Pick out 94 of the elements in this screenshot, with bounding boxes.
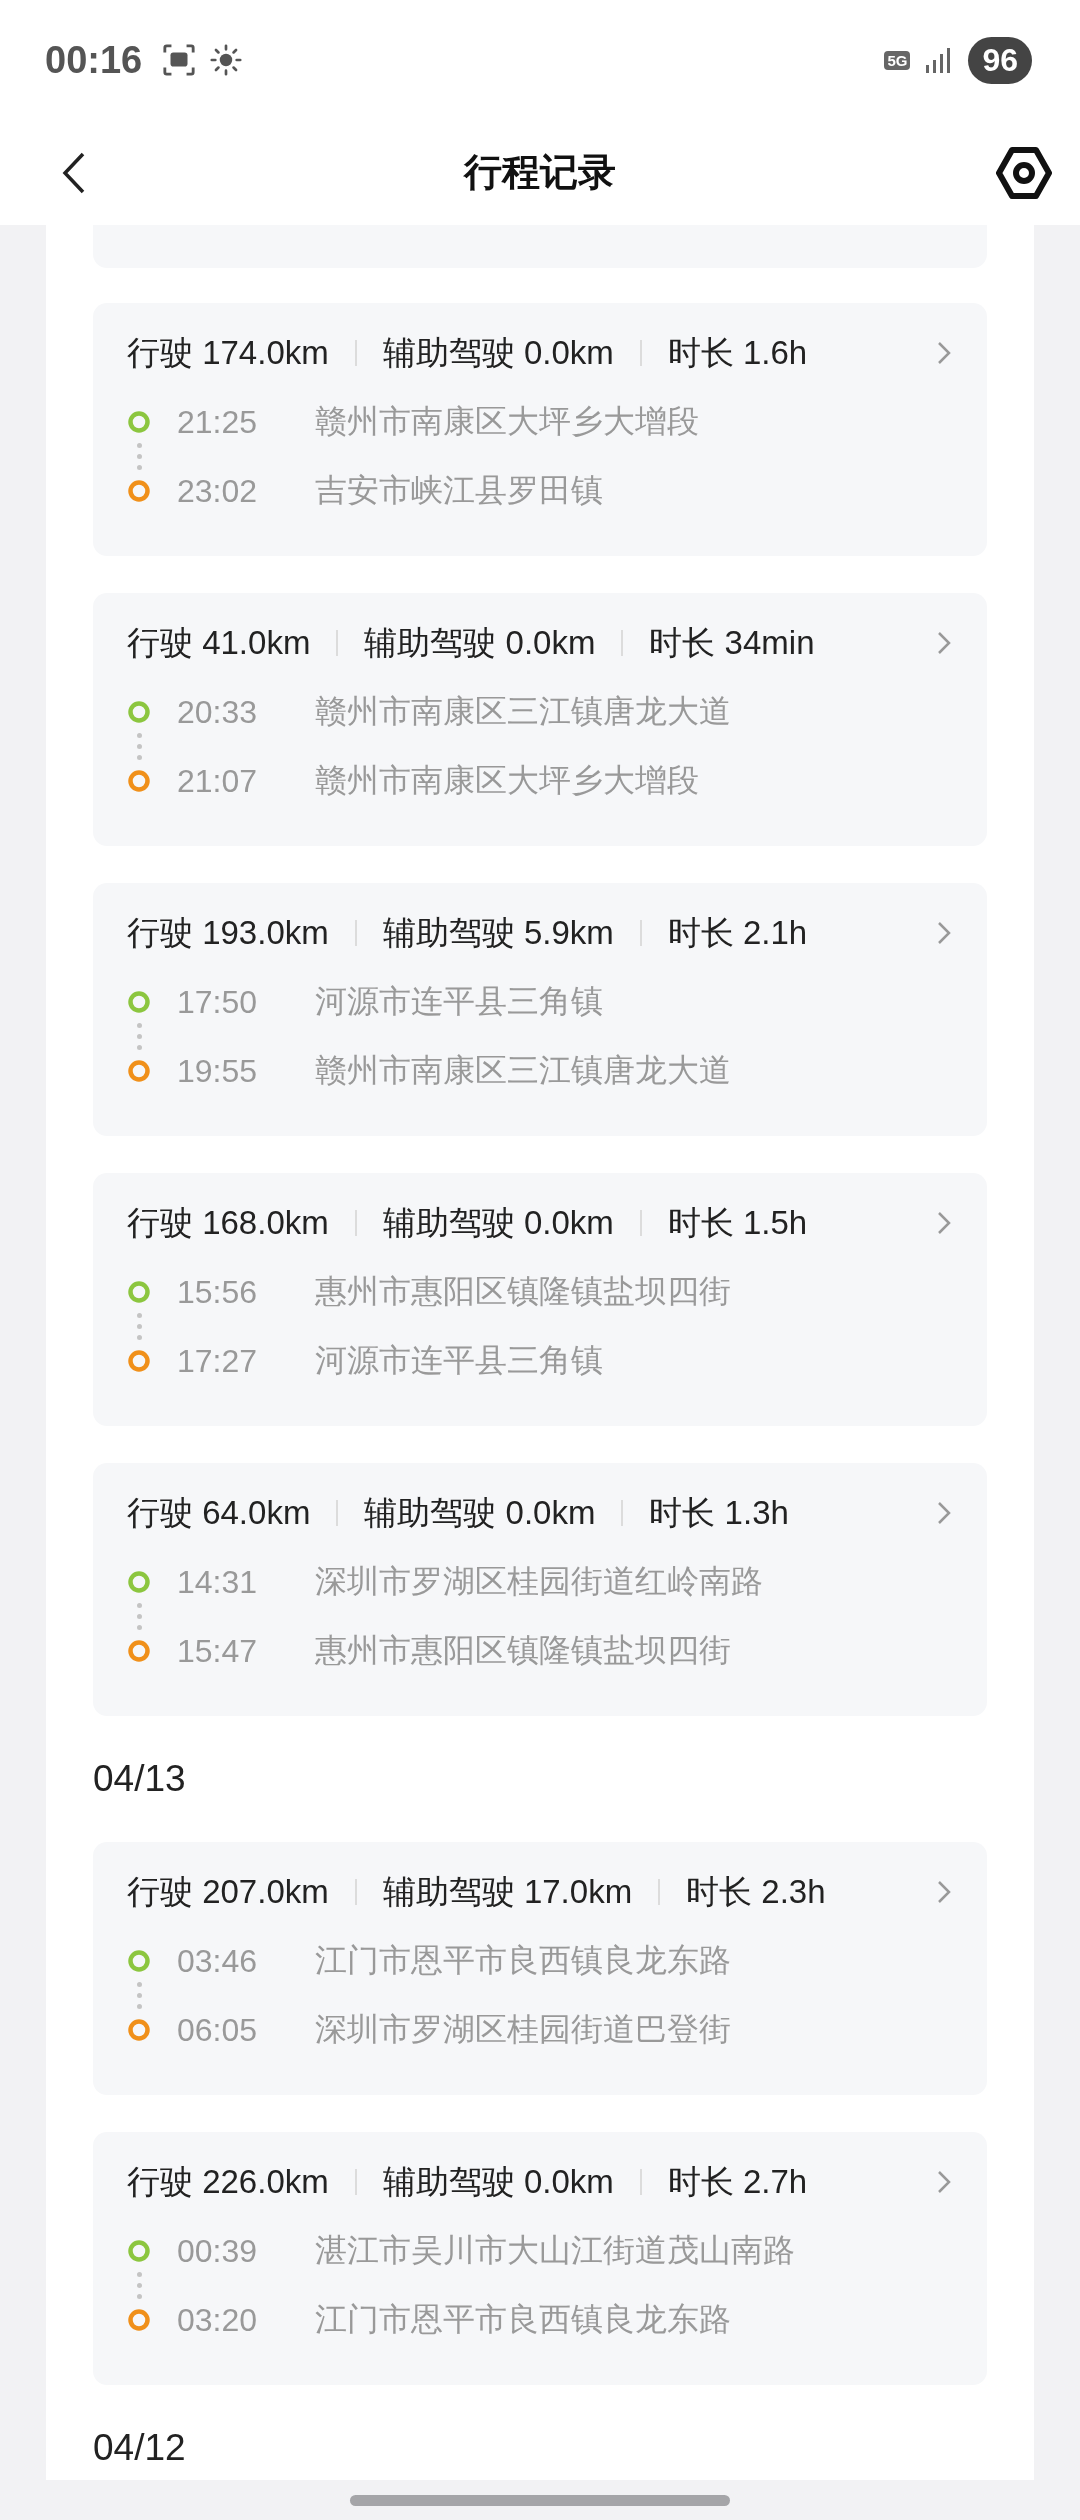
back-icon[interactable]	[62, 150, 86, 195]
duration-label: 时长 2.1h	[667, 912, 808, 953]
chevron-icon	[937, 341, 951, 365]
trip-location: 赣州市南康区大坪乡大增段	[315, 761, 699, 800]
trip-card[interactable]: 行驶 174.0km 辅助驾驶 0.0km 时长 1.6h 21:25 赣州市南康区大坪乡大增段 23:02 吉安市峡江县罗田镇	[93, 303, 987, 556]
date-heading: 04/13	[93, 1757, 187, 1801]
route-connector	[137, 1982, 142, 2009]
status-time: 00:16	[45, 38, 143, 82]
trip-card[interactable]: 行驶 41.0km 辅助驾驶 0.0km 时长 34min 20:33 赣州市南康区三江镇唐龙大道 21:07 赣州市南康区大坪乡大增段	[93, 593, 987, 846]
distance-label: 行驶 193.0km	[127, 912, 329, 953]
trip-time: 17:27	[177, 1342, 259, 1380]
trip-time: 19:55	[177, 1052, 259, 1090]
end-point-icon	[127, 1639, 151, 1663]
trip-time: 15:47	[177, 1632, 259, 1670]
distance-label: 行驶 41.0km	[127, 622, 311, 663]
page-title: 行程记录	[462, 150, 617, 195]
settings-icon[interactable]	[996, 144, 1052, 201]
assist-distance-label: 辅助驾驶 0.0km	[364, 1492, 596, 1533]
trip-card[interactable]: 行驶 207.0km 辅助驾驶 17.0km 时长 2.3h 03:46 江门市恩平市良西镇良龙东路 06:05 深圳市罗湖区桂园街道巴登街	[93, 1842, 987, 2095]
assist-distance-label: 辅助驾驶 0.0km	[382, 2161, 614, 2202]
start-point-icon	[127, 990, 151, 1014]
route-connector	[137, 733, 142, 760]
chevron-icon	[937, 631, 951, 655]
trip-time: 03:46	[177, 1942, 259, 1980]
route-connector	[137, 1023, 142, 1050]
end-point-icon	[127, 769, 151, 793]
start-point-icon	[127, 1570, 151, 1594]
distance-label: 行驶 207.0km	[127, 1871, 329, 1912]
trip-location: 河源市连平县三角镇	[315, 1341, 603, 1380]
trip-location: 江门市恩平市良西镇良龙东路	[315, 2300, 731, 2339]
screenshot-icon	[162, 43, 197, 77]
trip-location: 惠州市惠阳区镇隆镇盐坝四街	[315, 1272, 731, 1311]
chevron-icon	[937, 1211, 951, 1235]
trip-location: 河源市连平县三角镇	[315, 982, 603, 1021]
battery-level: 96	[968, 36, 1032, 84]
date-heading: 04/12	[93, 2426, 187, 2470]
trip-time: 21:25	[177, 403, 259, 441]
trip-time: 14:31	[177, 1563, 259, 1601]
trip-time: 15:56	[177, 1273, 259, 1311]
trip-card[interactable]: 行驶 193.0km 辅助驾驶 5.9km 时长 2.1h 17:50 河源市连平县三角镇 19:55 赣州市南康区三江镇唐龙大道	[93, 883, 987, 1136]
trip-location: 赣州市南康区大坪乡大增段	[315, 402, 699, 441]
duration-label: 时长 2.7h	[667, 2161, 808, 2202]
brightness-icon	[210, 44, 243, 76]
trip-location: 深圳市罗湖区桂园街道巴登街	[315, 2010, 731, 2049]
chevron-icon	[937, 2170, 951, 2194]
trip-location: 赣州市南康区三江镇唐龙大道	[315, 1051, 731, 1090]
trip-time: 23:02	[177, 472, 259, 510]
trip-card[interactable]: 行驶 226.0km 辅助驾驶 0.0km 时长 2.7h 00:39 湛江市吴川市大山江街道茂山南路 03:20 江门市恩平市良西镇良龙东路	[93, 2132, 987, 2385]
start-point-icon	[127, 1280, 151, 1304]
assist-distance-label: 辅助驾驶 0.0km	[382, 332, 614, 373]
start-point-icon	[127, 1949, 151, 1973]
trip-time: 21:07	[177, 762, 259, 800]
end-point-icon	[127, 1059, 151, 1083]
duration-label: 时长 1.6h	[667, 332, 808, 373]
trip-location: 吉安市峡江县罗田镇	[315, 471, 603, 510]
network-type: 5G	[884, 50, 911, 70]
start-point-icon	[127, 2239, 151, 2263]
start-point-icon	[127, 410, 151, 434]
distance-label: 行驶 64.0km	[127, 1492, 311, 1533]
distance-label: 行驶 174.0km	[127, 332, 329, 373]
trip-time: 03:20	[177, 2301, 259, 2339]
trip-card[interactable]: 行驶 168.0km 辅助驾驶 0.0km 时长 1.5h 15:56 惠州市惠阳区镇隆镇盐坝四街 17:27 河源市连平县三角镇	[93, 1173, 987, 1426]
route-connector	[137, 1603, 142, 1630]
assist-distance-label: 辅助驾驶 5.9km	[382, 912, 614, 953]
chevron-icon	[937, 1880, 951, 1904]
duration-label: 时长 1.3h	[649, 1492, 789, 1533]
route-connector	[137, 1313, 142, 1340]
chevron-icon	[937, 1501, 951, 1525]
route-connector	[137, 443, 142, 470]
chevron-icon	[937, 921, 951, 945]
distance-label: 行驶 226.0km	[127, 2161, 329, 2202]
end-point-icon	[127, 1349, 151, 1373]
end-point-icon	[127, 2308, 151, 2332]
duration-label: 时长 34min	[649, 622, 815, 663]
assist-distance-label: 辅助驾驶 0.0km	[382, 1202, 614, 1243]
trip-location: 惠州市惠阳区镇隆镇盐坝四街	[315, 1631, 731, 1670]
duration-label: 时长 2.3h	[686, 1871, 826, 1912]
trip-time: 06:05	[177, 2011, 259, 2049]
start-point-icon	[127, 700, 151, 724]
trip-location: 深圳市罗湖区桂园街道红岭南路	[315, 1562, 763, 1601]
end-point-icon	[127, 479, 151, 503]
trip-time: 17:50	[177, 983, 259, 1021]
assist-distance-label: 辅助驾驶 17.0km	[382, 1871, 633, 1912]
end-point-icon	[127, 2018, 151, 2042]
trip-time: 00:39	[177, 2232, 259, 2270]
trip-location: 赣州市南康区三江镇唐龙大道	[315, 692, 731, 731]
trip-time: 20:33	[177, 693, 259, 731]
assist-distance-label: 辅助驾驶 0.0km	[364, 622, 596, 663]
trip-card[interactable]: 行驶 64.0km 辅助驾驶 0.0km 时长 1.3h 14:31 深圳市罗湖区桂园街道红岭南路 15:47 惠州市惠阳区镇隆镇盐坝四街	[93, 1463, 987, 1716]
distance-label: 行驶 168.0km	[127, 1202, 329, 1243]
trip-location: 湛江市吴川市大山江街道茂山南路	[315, 2231, 795, 2270]
route-connector	[137, 2272, 142, 2299]
duration-label: 时长 1.5h	[667, 1202, 808, 1243]
trip-location: 江门市恩平市良西镇良龙东路	[315, 1941, 731, 1980]
